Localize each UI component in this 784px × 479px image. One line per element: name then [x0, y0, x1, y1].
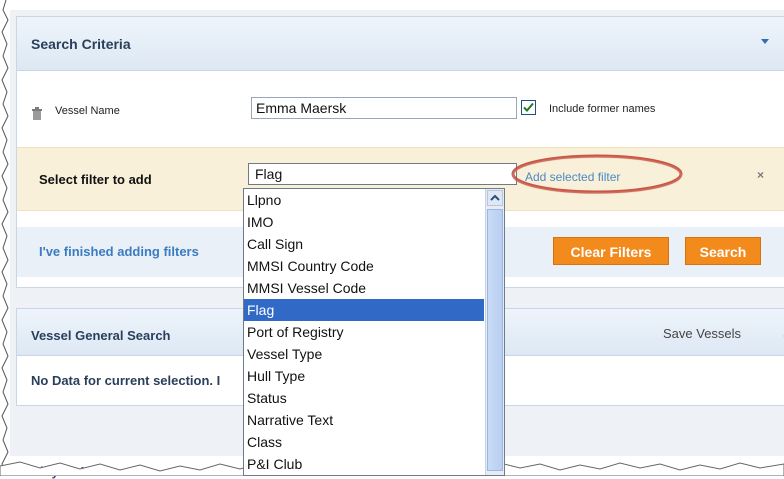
select-filter-label: Select filter to add — [39, 172, 152, 187]
add-selected-filter-link[interactable]: Add selected filter — [525, 170, 620, 184]
include-former-names-checkbox[interactable] — [521, 100, 536, 115]
vessel-name-label: Vessel Name — [55, 105, 120, 117]
finished-adding-filters-link[interactable]: I've finished adding filters — [39, 244, 199, 259]
dropdown-option[interactable]: Flag — [244, 299, 484, 321]
no-data-message: No Data for current selection. I — [31, 373, 221, 388]
dropdown-option[interactable]: Port of Registry — [244, 321, 484, 343]
dropdown-option[interactable]: Hull Type — [244, 365, 484, 387]
search-criteria-header[interactable]: Search Criteria — [17, 17, 784, 71]
filter-dropdown-list[interactable]: Llpno IMO Call Sign MMSI Country Code MMSI V… — [243, 188, 505, 476]
dropdown-option[interactable]: MMSI Vessel Code — [244, 277, 484, 299]
scroll-up-button[interactable] — [487, 190, 503, 206]
filter-select[interactable]: Flag — [248, 163, 517, 185]
dropdown-option[interactable]: Class — [244, 431, 484, 453]
dropdown-option[interactable]: Vessel Type — [244, 343, 484, 365]
collapse-arrow-icon[interactable] — [761, 39, 769, 44]
chevron-up-icon — [490, 194, 500, 201]
dropdown-option[interactable]: MMSI Country Code — [244, 255, 484, 277]
filter-select-value: Flag — [255, 166, 283, 182]
dropdown-option[interactable]: Status — [244, 387, 484, 409]
dropdown-scrollbar[interactable] — [485, 189, 504, 475]
close-icon[interactable]: × — [757, 168, 764, 182]
vessel-name-input[interactable] — [251, 97, 517, 119]
vessel-general-search-title: Vessel General Search — [31, 328, 171, 343]
trash-icon[interactable] — [31, 107, 43, 121]
search-criteria-title: Search Criteria — [31, 36, 131, 52]
clear-filters-button[interactable]: Clear Filters — [553, 237, 669, 265]
dropdown-option[interactable]: Call Sign — [244, 233, 484, 255]
scroll-thumb[interactable] — [487, 209, 503, 471]
dropdown-option[interactable]: IMO — [244, 211, 484, 233]
search-button[interactable]: Search — [685, 237, 761, 265]
check-icon — [523, 102, 534, 112]
include-former-names-label: Include former names — [549, 103, 656, 115]
dropdown-option[interactable]: Llpno — [244, 189, 484, 211]
dropdown-option[interactable]: P&I Club — [244, 453, 484, 475]
save-vessels-link[interactable]: Save Vessels — [663, 326, 741, 341]
dropdown-option[interactable]: Narrative Text — [244, 409, 484, 431]
